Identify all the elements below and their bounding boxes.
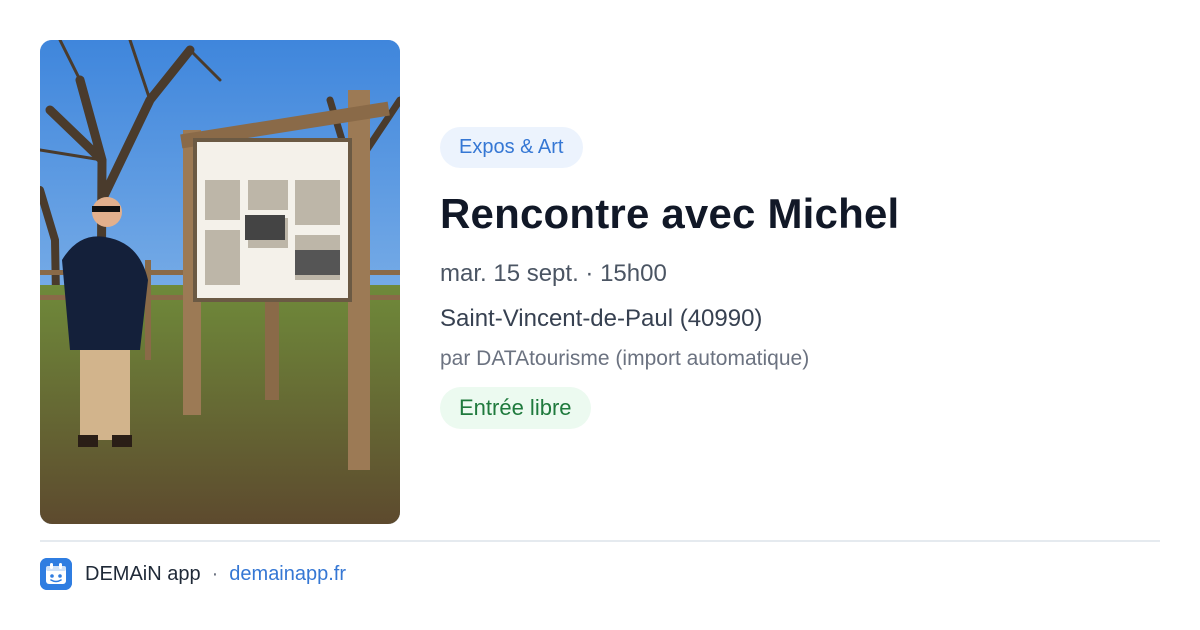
event-photo-illustration (40, 40, 400, 524)
footer-separator: · (211, 562, 219, 585)
footer: DEMAiN app · demainapp.fr (40, 558, 346, 590)
app-url-link[interactable]: demainapp.fr (229, 563, 346, 586)
event-photo (40, 40, 400, 524)
demain-app-icon[interactable] (40, 558, 72, 590)
event-info: Expos & Art Rencontre avec Michel mar. 1… (440, 127, 1160, 429)
calendar-icon (40, 558, 72, 590)
event-datetime: mar. 15 sept. · 15h00 (440, 260, 667, 287)
app-name: DEMAiN app (85, 562, 201, 585)
footer-divider (40, 540, 1160, 542)
category-tag[interactable]: Expos & Art (440, 127, 583, 168)
event-title: Rencontre avec Michel (440, 190, 900, 237)
event-organizer: par DATAtourisme (import automatique) (440, 347, 810, 370)
event-location: Saint-Vincent-de-Paul (40990) (440, 305, 763, 332)
price-badge: Entrée libre (440, 387, 591, 429)
